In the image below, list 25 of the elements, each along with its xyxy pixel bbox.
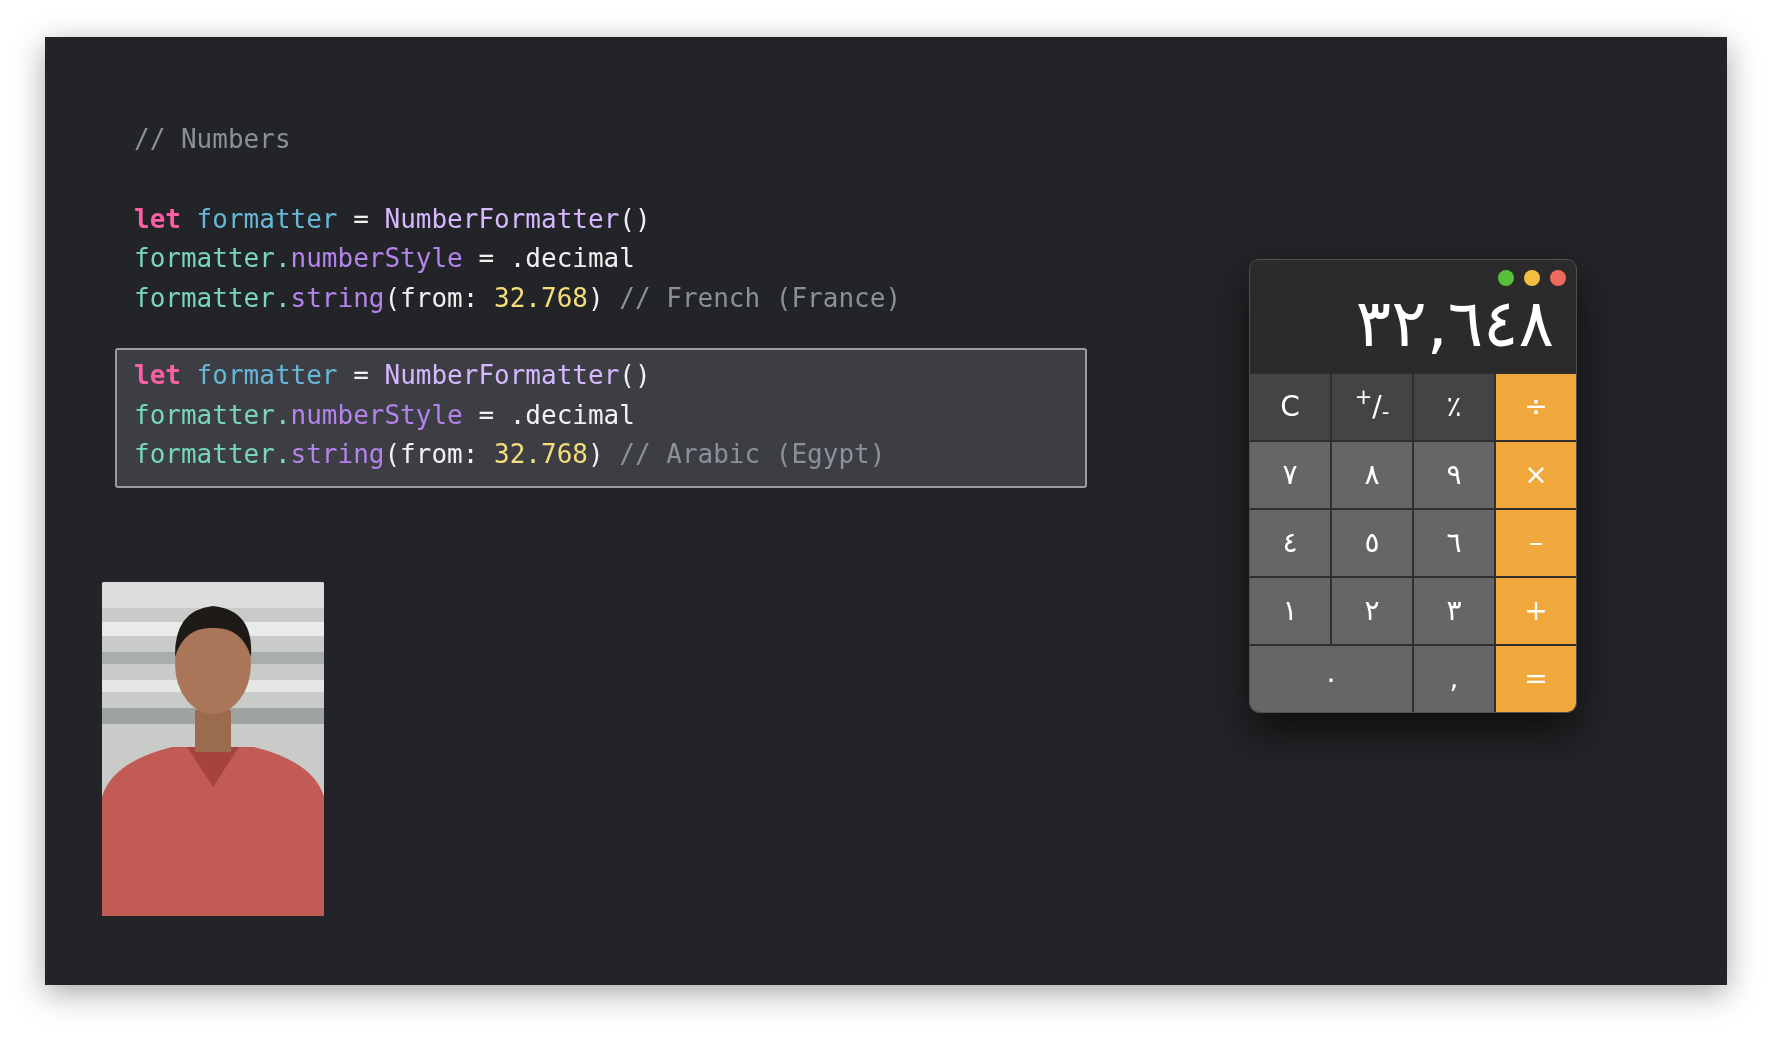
code-line: let formatter = NumberFormatter() [134,359,651,392]
calculator-key[interactable]: ٦ [1414,510,1494,576]
code-line: let formatter = NumberFormatter() [134,202,651,236]
calculator-key[interactable]: C [1250,374,1330,440]
calculator-key[interactable]: ٧ [1250,442,1330,508]
calculator-key[interactable]: ٪ [1414,374,1494,440]
calculator-key[interactable]: , [1414,646,1494,712]
close-button[interactable] [1550,270,1566,286]
code-comment: // Numbers [133,123,291,156]
calculator-key[interactable]: ٠ [1250,646,1412,712]
code-line: formatter.string(from: 32.768) // French (France) [134,281,902,315]
calculator-display: ٣٢,٦٤٨ [1355,286,1554,362]
code-line: formatter.numberStyle = .decimal [134,398,635,432]
calculator-key[interactable]: ٢ [1332,578,1412,644]
calculator-key[interactable]: ٨ [1332,442,1412,508]
calculator-key[interactable]: ٣ [1414,578,1494,644]
code-line: formatter.string(from: 32.768) // Arabic (Egypt) [134,438,886,471]
minimize-button[interactable] [1524,270,1540,286]
code-line: formatter.numberStyle = .decimal [134,242,635,275]
calculator-key[interactable]: ١ [1250,578,1330,644]
calculator-key[interactable]: ٩ [1414,442,1494,508]
zoom-button[interactable] [1498,270,1514,286]
calculator-key[interactable]: ٥ [1332,510,1412,576]
calculator-key[interactable]: ٤ [1250,510,1330,576]
calculator-key[interactable]: $^{+}$/$_{-}$ [1332,374,1412,440]
